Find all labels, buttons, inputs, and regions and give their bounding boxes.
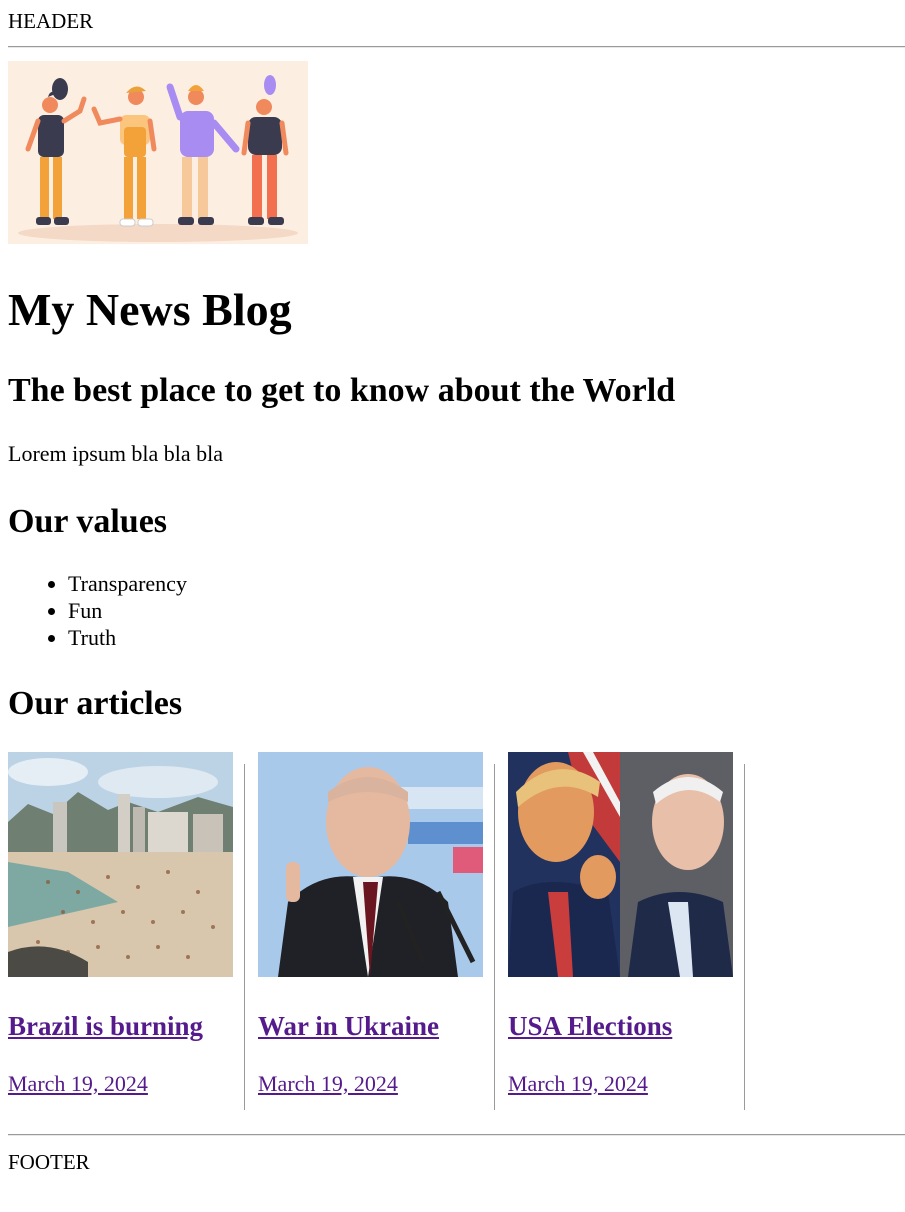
articles-grid: Brazil is burning March 19, 2024 War in … [8,752,758,1110]
card-divider [244,764,245,1110]
header: HEADER [8,9,94,33]
article-title-link[interactable]: War in Ukraine [258,1011,439,1041]
article-title-link[interactable]: Brazil is burning [8,1011,203,1041]
article-thumbnail[interactable] [508,752,733,977]
article-card: USA Elections March 19, 2024 [508,752,733,1110]
article-date-link[interactable]: March 19, 2024 [8,1071,148,1096]
card-divider [494,764,495,1110]
article-date[interactable]: March 19, 2024 [258,1071,398,1097]
articles-heading: Our articles [8,685,183,722]
list-item: Fun [8,597,187,624]
article-title-link[interactable]: USA Elections [508,1011,672,1041]
article-card: War in Ukraine March 19, 2024 [258,752,483,1110]
card-divider [744,764,745,1110]
article-title[interactable]: Brazil is burning [8,1010,203,1042]
values-heading: Our values [8,503,168,540]
header-divider [8,46,905,48]
article-date-link[interactable]: March 19, 2024 [508,1071,648,1096]
footer-divider [8,1134,905,1136]
article-date[interactable]: March 19, 2024 [8,1071,148,1097]
footer: FOOTER [8,1150,90,1174]
list-item: Transparency [8,570,187,597]
values-list: Transparency Fun Truth [8,570,187,651]
article-date-link[interactable]: March 19, 2024 [258,1071,398,1096]
list-item: Truth [8,624,187,651]
hero-illustration [8,61,308,244]
intro-text: Lorem ipsum bla bla bla [8,441,224,466]
tagline: The best place to get to know about the … [8,372,676,409]
article-thumbnail[interactable] [258,752,483,977]
article-title[interactable]: War in Ukraine [258,1010,439,1042]
article-card: Brazil is burning March 19, 2024 [8,752,233,1110]
article-thumbnail[interactable] [8,752,233,977]
article-date[interactable]: March 19, 2024 [508,1071,648,1097]
site-title: My News Blog [8,284,292,335]
article-title[interactable]: USA Elections [508,1010,672,1042]
